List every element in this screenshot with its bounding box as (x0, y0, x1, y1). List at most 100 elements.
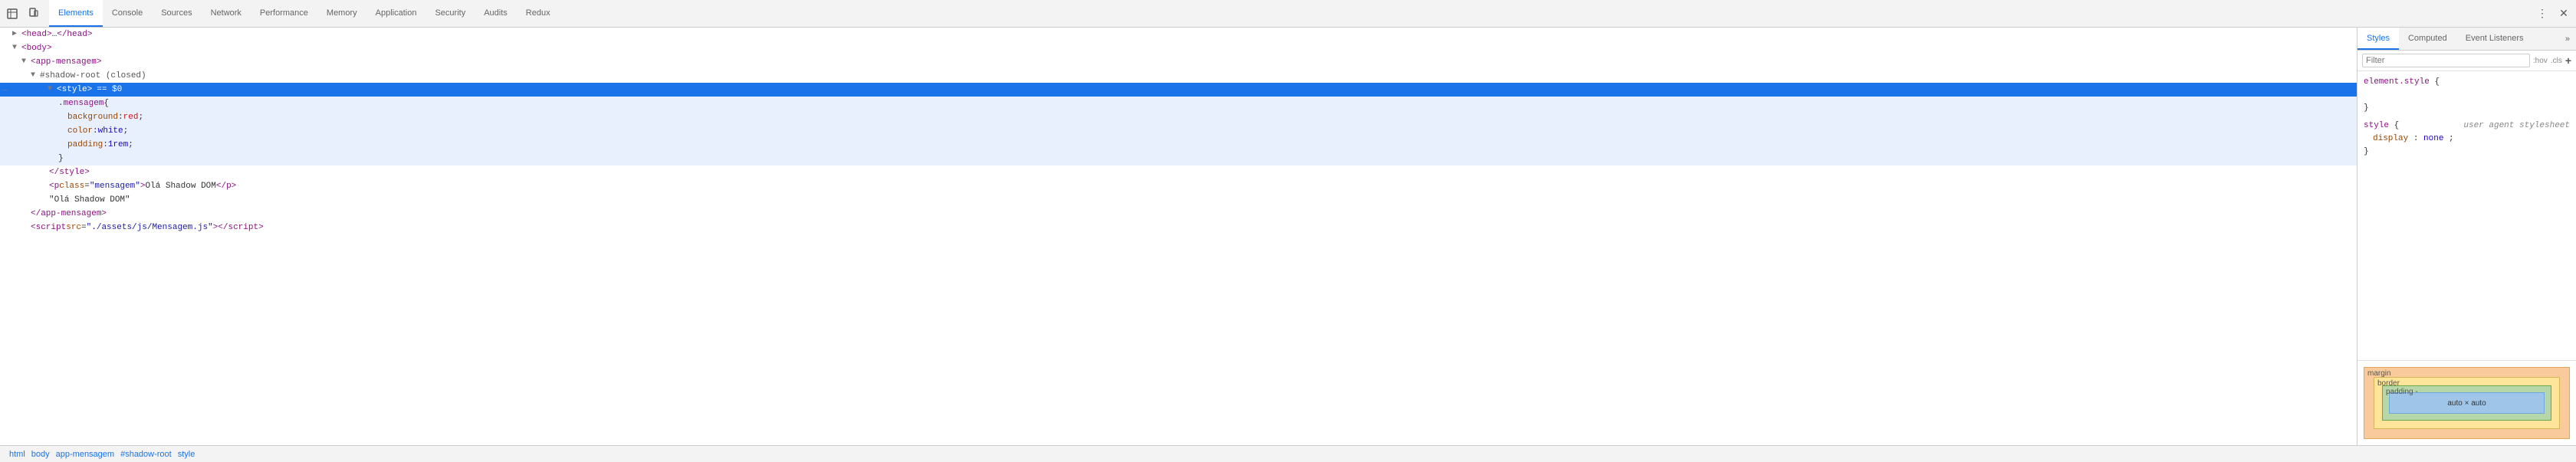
tab-network[interactable]: Network (202, 0, 251, 27)
tab-elements[interactable]: Elements (49, 0, 103, 27)
main-tabs: Elements Console Sources Network Perform… (49, 0, 560, 27)
style-close-tag: </style> (49, 165, 90, 179)
element-style-rule: element.style { } (2364, 76, 2570, 115)
device-icon[interactable] (25, 5, 43, 23)
tab-event-listeners[interactable]: Event Listeners (2456, 28, 2533, 50)
script-src-attr: src (66, 221, 81, 234)
dom-css-selector[interactable]: .mensagem { (0, 97, 2357, 110)
toolbar-right: ⋮ ✕ (2533, 5, 2573, 23)
tab-security[interactable]: Security (426, 0, 475, 27)
right-panel-tabs: Styles Computed Event Listeners » (2358, 28, 2576, 51)
head-close-tag: </head> (57, 28, 92, 41)
styles-content: element.style { } style { user agent sty… (2358, 71, 2576, 360)
dom-panel[interactable]: <head> … </head> <body> <app-mensagem> #… (0, 28, 2358, 445)
breadcrumb-html[interactable]: html (6, 450, 28, 459)
dom-text-node[interactable]: "Olá Shadow DOM" (0, 193, 2357, 207)
triangle-head[interactable] (12, 28, 21, 41)
ua-style-close-line: } (2364, 146, 2570, 159)
shadow-root-tag: #shadow-root (closed) (40, 69, 146, 83)
toolbar-icons (3, 5, 43, 23)
css-semicolon: ; (138, 110, 143, 124)
triangle-app[interactable] (21, 55, 31, 69)
css-value-padding: 1rem (108, 138, 128, 152)
dom-css-color[interactable]: color : white ; (0, 124, 2357, 138)
element-style-selector: element.style (2364, 77, 2430, 87)
right-tab-more[interactable]: » (2559, 28, 2576, 50)
breadcrumb: html body app-mensagem #shadow-root styl… (0, 445, 2576, 462)
head-tag: <head> (21, 28, 52, 41)
dom-shadow-root[interactable]: #shadow-root (closed) (0, 69, 2357, 83)
dom-app-mensagem-open[interactable]: <app-mensagem> (0, 55, 2357, 69)
filter-input[interactable] (2362, 54, 2530, 67)
main-area: <head> … </head> <body> <app-mensagem> #… (0, 28, 2576, 445)
css-semicolon: ; (123, 124, 129, 138)
element-style-close-line: } (2364, 102, 2570, 115)
box-model-border: border padding - auto × auto (2374, 377, 2560, 429)
tab-computed[interactable]: Computed (2399, 28, 2456, 50)
tab-performance[interactable]: Performance (251, 0, 317, 27)
dom-script-tag[interactable]: <script src = "./assets/js/Mensagem.js" … (0, 221, 2357, 234)
dom-css-bg[interactable]: background : red ; (0, 110, 2357, 124)
dom-style-selected[interactable]: … <style> == $0 (0, 83, 2357, 97)
ua-style-source: user agent stylesheet (2463, 120, 2570, 133)
dom-style-close[interactable]: </style> (0, 165, 2357, 179)
dom-app-close[interactable]: </app-mensagem> (0, 207, 2357, 221)
dom-p-tag[interactable]: <p class = "mensagem" > Olá Shadow DOM <… (0, 179, 2357, 193)
css-close-brace: } (58, 152, 64, 165)
tab-console[interactable]: Console (103, 0, 152, 27)
breadcrumb-style[interactable]: style (175, 450, 199, 459)
inspect-icon[interactable] (3, 5, 21, 23)
close-devtools-icon[interactable]: ✕ (2555, 5, 2573, 23)
css-prop-padding: padding (67, 138, 103, 152)
styles-filter-bar: :hov .cls + (2358, 51, 2576, 71)
css-colon: : (93, 124, 98, 138)
filter-cls[interactable]: .cls (2551, 57, 2562, 65)
css-prop-color: color (67, 124, 93, 138)
dom-css-close-brace[interactable]: } (0, 152, 2357, 165)
css-value-color: white (98, 124, 123, 138)
breadcrumb-body[interactable]: body (28, 450, 53, 459)
body-tag: <body> (21, 41, 52, 55)
css-semicolon: ; (128, 138, 133, 152)
triangle-style[interactable] (48, 83, 57, 97)
tab-application[interactable]: Application (366, 0, 426, 27)
tab-redux[interactable]: Redux (517, 0, 560, 27)
css-value-bg: red (123, 110, 139, 124)
element-style-selector-line: element.style { (2364, 76, 2570, 89)
padding-label: padding - (2386, 388, 2418, 396)
box-model-section: margin border padding - auto × auto (2358, 360, 2576, 445)
tab-sources[interactable]: Sources (152, 0, 201, 27)
style-open-tag: <style> (57, 83, 92, 97)
breadcrumb-app-mensagem[interactable]: app-mensagem (53, 450, 117, 459)
triangle-shadow[interactable] (31, 69, 40, 83)
tab-audits[interactable]: Audits (475, 0, 517, 27)
ua-style-close-brace: } (2364, 147, 2369, 156)
text-node-content: "Olá Shadow DOM" (49, 193, 130, 207)
ua-style-selector-line: style { user agent stylesheet (2364, 120, 2570, 133)
p-text: Olá Shadow DOM (145, 179, 215, 193)
ua-style-rule: style { user agent stylesheet display : … (2364, 120, 2570, 159)
dot-indicator: … (3, 83, 8, 97)
ua-style-colon: : (2413, 134, 2423, 143)
dom-head-line[interactable]: <head> … </head> (0, 28, 2357, 41)
equals: = (81, 221, 87, 234)
app-tag-open: <app-mensagem> (31, 55, 101, 69)
css-selector-text: .mensagem (58, 97, 104, 110)
dom-body-line[interactable]: <body> (0, 41, 2357, 55)
tab-styles[interactable]: Styles (2358, 28, 2399, 50)
script-close-tag: ></script> (213, 221, 264, 234)
ua-style-display-line: display : none ; (2364, 133, 2570, 146)
element-style-open-brace: { (2434, 77, 2440, 87)
add-style-rule-button[interactable]: + (2565, 54, 2571, 67)
box-model-padding: padding - auto × auto (2382, 385, 2551, 421)
toolbar: Elements Console Sources Network Perform… (0, 0, 2576, 28)
breadcrumb-shadow-root[interactable]: #shadow-root (117, 450, 175, 459)
filter-pseudo-classes[interactable]: :hov (2533, 57, 2548, 65)
tab-memory[interactable]: Memory (317, 0, 366, 27)
triangle-body[interactable] (12, 41, 21, 55)
p-tag-close: > (140, 179, 146, 193)
more-options-icon[interactable]: ⋮ (2533, 5, 2551, 23)
p-end-tag: </p> (216, 179, 236, 193)
right-panel: Styles Computed Event Listeners » :hov .… (2358, 28, 2576, 445)
dom-css-padding[interactable]: padding : 1rem ; (0, 138, 2357, 152)
